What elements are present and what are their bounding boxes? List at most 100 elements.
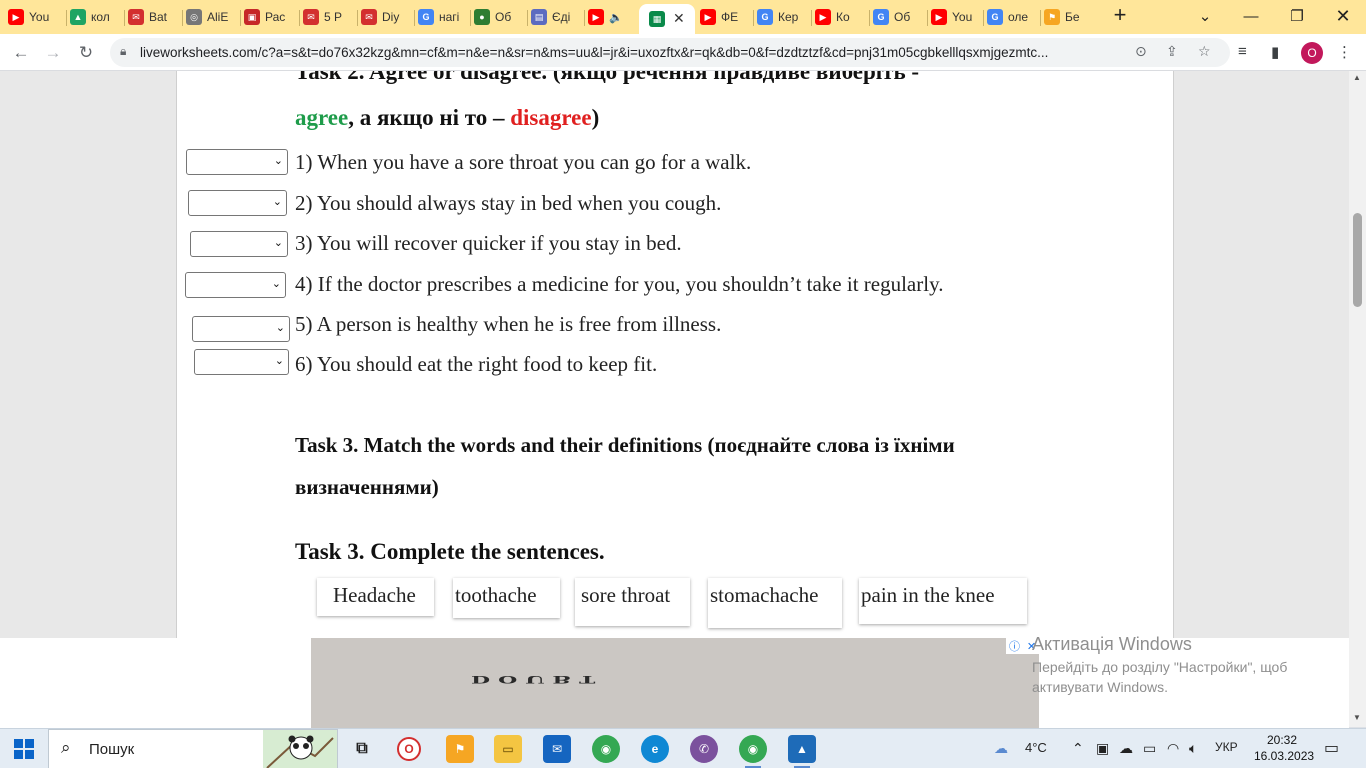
wifi-icon[interactable]: ◠ bbox=[1167, 740, 1179, 757]
weather-temperature[interactable]: 4°C bbox=[1025, 740, 1047, 755]
browser-tab[interactable]: ✉ 5 Р bbox=[303, 4, 355, 30]
clock[interactable]: 20:32 16.03.2023 bbox=[1254, 732, 1315, 764]
mail-icon[interactable]: ✉ bbox=[543, 735, 571, 763]
tray-app-icon[interactable]: ▣ bbox=[1096, 740, 1109, 757]
answer-dropdown-5[interactable]: ⌄ bbox=[192, 316, 290, 342]
weather-icon[interactable]: ☁ bbox=[994, 740, 1008, 757]
word-chip-stomachache[interactable]: stomachache bbox=[708, 578, 842, 628]
lock-icon[interactable]: 🔒︎ bbox=[120, 44, 126, 59]
scroll-up-arrow-icon[interactable]: ▲ bbox=[1353, 73, 1361, 82]
page-scrollbar[interactable]: ▲ ▼ bbox=[1349, 71, 1366, 727]
side-panel-icon[interactable]: ▮ bbox=[1271, 43, 1279, 61]
browser-tab[interactable]: ✉ Bat bbox=[128, 4, 180, 30]
tab-label: оле bbox=[1008, 10, 1029, 24]
ad-info-icon[interactable]: ⓘ bbox=[1006, 638, 1023, 654]
clock-date: 16.03.2023 bbox=[1254, 749, 1315, 763]
scrollbar-thumb[interactable] bbox=[1353, 213, 1362, 307]
close-tab-icon[interactable]: ✕ bbox=[673, 10, 685, 27]
file-explorer-icon[interactable]: ▭ bbox=[494, 735, 522, 763]
tab-separator bbox=[584, 10, 585, 26]
word-chip-headache[interactable]: Headache bbox=[317, 578, 434, 616]
answer-dropdown-4[interactable]: ⌄ bbox=[185, 272, 286, 298]
browser-tab[interactable]: ▶ You bbox=[931, 4, 981, 30]
onedrive-icon[interactable]: ☁ bbox=[1119, 740, 1133, 757]
browser-tab[interactable]: ▶ Ко bbox=[815, 4, 867, 30]
browser-tab[interactable]: ▶ 🔈 bbox=[588, 4, 637, 30]
menu-icon[interactable]: ⋮ bbox=[1337, 43, 1352, 61]
task3-match-heading-line2: визначеннями) bbox=[295, 475, 439, 499]
task-view-icon[interactable]: ⧉ bbox=[348, 735, 376, 763]
browser-tab[interactable]: ▶ You bbox=[8, 4, 64, 30]
windows-start-icon[interactable] bbox=[14, 739, 34, 759]
browser-tab[interactable]: G Об bbox=[873, 4, 925, 30]
new-tab-button[interactable]: + bbox=[1108, 4, 1132, 28]
tab-label: нагі bbox=[439, 10, 460, 24]
battery-icon[interactable]: ▭ bbox=[1143, 740, 1156, 757]
browser-tab[interactable]: G Кер bbox=[757, 4, 809, 30]
panda-search-highlight-icon bbox=[263, 730, 337, 768]
browser-tab[interactable]: ▶ ФЕ bbox=[700, 4, 751, 30]
opera-icon[interactable]: O bbox=[397, 737, 421, 761]
tab-label: Ко bbox=[836, 10, 850, 24]
photos-icon[interactable]: ▲ bbox=[788, 735, 816, 768]
youtube-icon: ▶ bbox=[8, 9, 24, 25]
url-text[interactable]: liveworksheets.com/c?a=s&t=do76x32kzg&mn… bbox=[140, 45, 1130, 60]
browser-tab[interactable]: ● Об bbox=[474, 4, 525, 30]
search-icon: ⌕ bbox=[61, 738, 71, 757]
forward-button[interactable]: → bbox=[40, 40, 66, 66]
tab-label: 5 Р bbox=[324, 10, 343, 24]
tab-strip: ▶ You ▲ кол ✉ Bat ◎ AliE ▣ Рас ✉ 5 Р ✉ Diy Gнагі ● Об ▤ Єд… bbox=[0, 0, 1366, 34]
leaf-icon: ● bbox=[474, 9, 490, 25]
notifications-icon[interactable]: ▭ bbox=[1324, 738, 1339, 758]
viber-icon[interactable]: ✆ bbox=[690, 735, 718, 763]
browser-tab[interactable]: ▣ Рас bbox=[244, 4, 297, 30]
answer-dropdown-6[interactable]: ⌄ bbox=[194, 349, 289, 375]
browser-tab[interactable]: ◎ AliE bbox=[186, 4, 238, 30]
browser-tab[interactable]: ▦ ✕ bbox=[639, 4, 695, 34]
tab-audio-icon[interactable]: 🔈 bbox=[609, 11, 623, 24]
reload-button[interactable]: ↻ bbox=[73, 40, 99, 66]
media-control-icon[interactable]: ≡ bbox=[1238, 43, 1247, 60]
address-bar[interactable]: 🔒︎ liveworksheets.com/c?a=s&t=do76x32kzg… bbox=[110, 38, 1230, 67]
scroll-down-arrow-icon[interactable]: ▼ bbox=[1353, 713, 1361, 722]
back-button[interactable]: ← bbox=[8, 40, 34, 66]
tab-search-button[interactable]: ⌄ bbox=[1182, 0, 1228, 32]
minimize-button[interactable]: — bbox=[1228, 0, 1274, 32]
share-icon[interactable]: ⇪ bbox=[1166, 43, 1178, 60]
statement-2: 2) You should always stay in bed when yo… bbox=[295, 191, 722, 215]
taskbar-search[interactable]: ⌕ Пошук bbox=[48, 729, 338, 768]
answer-dropdown-3[interactable]: ⌄ bbox=[190, 231, 288, 257]
bookmark-star-icon[interactable]: ☆ bbox=[1198, 43, 1211, 60]
browser-tab[interactable]: Gоле bbox=[987, 4, 1038, 30]
slides-icon: ▣ bbox=[244, 9, 260, 25]
browser-tab[interactable]: ⚑ Бе bbox=[1044, 4, 1094, 30]
profile-avatar[interactable]: О bbox=[1301, 42, 1323, 64]
lens-icon[interactable]: ⊙ bbox=[1135, 43, 1147, 60]
browser-tab[interactable]: ▤ Єді bbox=[531, 4, 582, 30]
google-icon: G bbox=[987, 9, 1003, 25]
ad-image[interactable]: DOUBT bbox=[311, 638, 1039, 728]
tray-chevron-up-icon[interactable]: ⌃ bbox=[1072, 740, 1084, 757]
google-icon: G bbox=[418, 9, 434, 25]
volume-icon[interactable]: 🔈︎ bbox=[1189, 740, 1197, 757]
tab-label: ФЕ bbox=[721, 10, 739, 24]
sticky-app-icon[interactable]: ⚑ bbox=[446, 735, 474, 763]
statement-3: 3) You will recover quicker if you stay … bbox=[295, 231, 682, 255]
browser-tab[interactable]: Gнагі bbox=[418, 4, 468, 30]
maximize-button[interactable]: ❐ bbox=[1274, 0, 1320, 32]
word-chip-sore-throat[interactable]: sore throat bbox=[575, 578, 690, 626]
close-window-button[interactable]: ✕ bbox=[1320, 0, 1366, 32]
answer-dropdown-1[interactable]: ⌄ bbox=[186, 149, 288, 175]
chrome-icon[interactable]: ◉ bbox=[592, 735, 620, 763]
edge-icon[interactable]: e bbox=[641, 735, 669, 763]
language-indicator[interactable]: УКР bbox=[1215, 740, 1238, 754]
browser-tab[interactable]: ✉ Diy bbox=[361, 4, 412, 30]
statement-1: 1) When you have a sore throat you can g… bbox=[295, 150, 752, 174]
chrome-running-icon[interactable]: ◉ bbox=[739, 735, 767, 768]
word-chip-toothache[interactable]: toothache bbox=[453, 578, 560, 618]
word-chip-pain-in-the-knee[interactable]: pain in the knee bbox=[859, 578, 1027, 624]
google-icon: G bbox=[757, 9, 773, 25]
answer-dropdown-2[interactable]: ⌄ bbox=[188, 190, 287, 216]
browser-tab[interactable]: ▲ кол bbox=[70, 4, 122, 30]
heading-closing: ) bbox=[591, 105, 600, 130]
